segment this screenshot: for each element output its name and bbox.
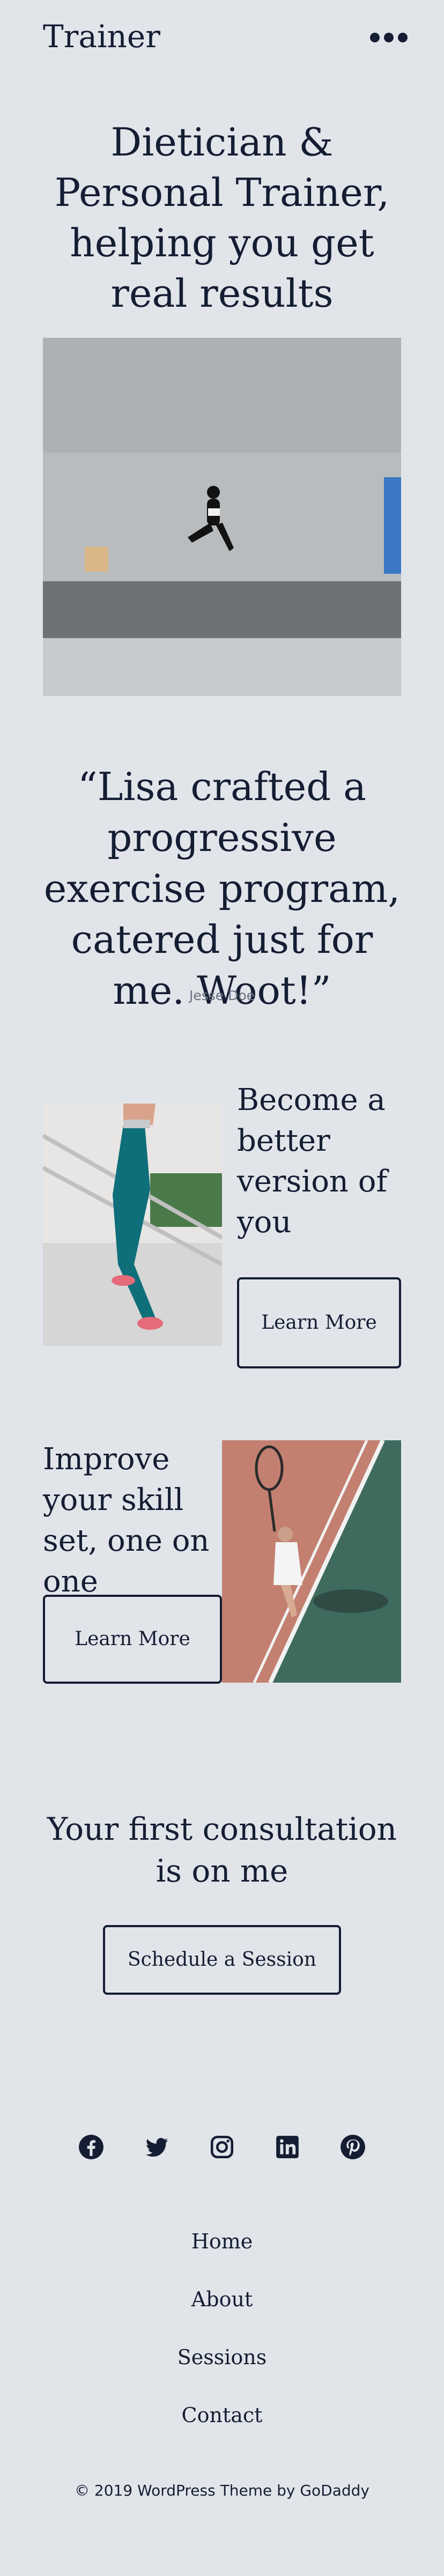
learn-more-button-1[interactable]: Learn More	[237, 1277, 401, 1368]
instagram-icon[interactable]	[207, 2132, 237, 2162]
more-menu-icon[interactable]	[370, 27, 413, 48]
facebook-icon[interactable]	[76, 2132, 106, 2162]
testimonial-author: Jesse Doe	[189, 988, 255, 1003]
hero-heading: Dietician & Personal Trainer, helping yo…	[54, 120, 390, 316]
pinterest-icon[interactable]	[338, 2132, 368, 2162]
footer-nav-contact[interactable]: Contact	[0, 2402, 444, 2428]
cta-heading: Your first consultation is on me	[47, 1811, 397, 1889]
runner-image	[43, 1104, 222, 1346]
site-title[interactable]: Trainer	[43, 15, 160, 58]
feature-2-title: Improve your skill set, one on one	[43, 1442, 210, 1599]
footer-nav-home[interactable]: Home	[0, 2229, 444, 2254]
hero-image	[43, 338, 401, 696]
feature-1-title: Become a better version of you	[237, 1083, 388, 1240]
learn-more-button-2[interactable]: Learn More	[43, 1595, 222, 1684]
footer-nav-about[interactable]: About	[0, 2286, 444, 2312]
testimonial-quote: “Lisa crafted a progressive exercise pro…	[43, 764, 401, 1013]
schedule-session-button[interactable]: Schedule a Session	[103, 1925, 341, 1995]
twitter-icon[interactable]	[142, 2132, 172, 2162]
linkedin-icon[interactable]	[272, 2132, 302, 2162]
tennis-image	[222, 1440, 401, 1683]
footer-nav-sessions[interactable]: Sessions	[0, 2344, 444, 2370]
footer-copyright: © 2019 WordPress Theme by GoDaddy	[74, 2482, 369, 2499]
